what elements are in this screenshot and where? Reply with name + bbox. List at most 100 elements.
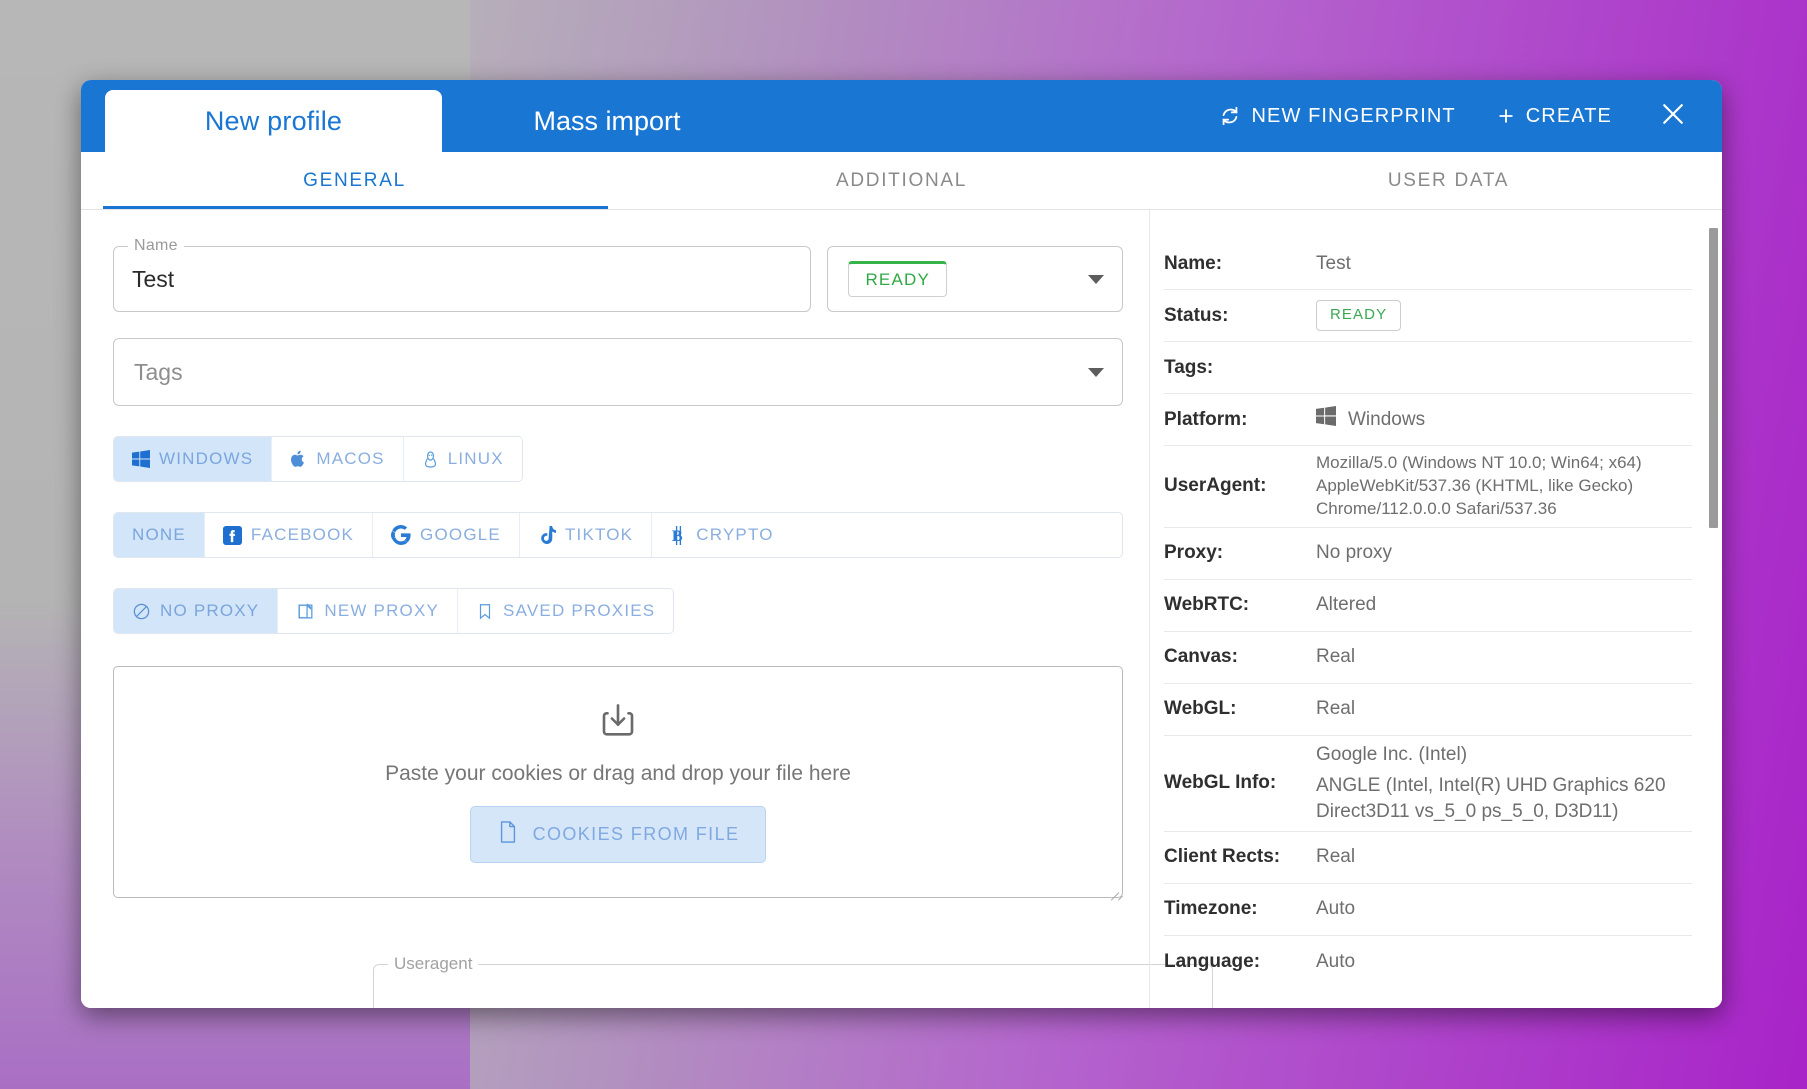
- detail-key: Status:: [1164, 304, 1229, 326]
- titlebar-actions: NEW FINGERPRINT CREATE: [1199, 80, 1722, 152]
- tab-user-data[interactable]: USER DATA: [1175, 152, 1722, 209]
- proxy-option-saved-proxies-label: SAVED PROXIES: [503, 601, 656, 620]
- os-option-linux[interactable]: LINUX: [403, 437, 522, 481]
- detail-row-proxy: Proxy: No proxy: [1164, 528, 1692, 580]
- detail-value: No proxy: [1316, 542, 1393, 564]
- detail-value: Auto: [1316, 898, 1356, 920]
- preset-option-none-label: NONE: [132, 525, 186, 544]
- download-box-icon: [597, 701, 639, 748]
- useragent-legend: Useragent: [388, 954, 479, 974]
- dialog-titlebar: New profile Mass import NEW FINGERPRINT: [81, 80, 1722, 152]
- profile-name-input[interactable]: Test: [114, 247, 810, 311]
- detail-key: Language:: [1164, 950, 1261, 972]
- tab-additional[interactable]: ADDITIONAL: [628, 152, 1175, 209]
- detail-row-status: Status: READY: [1164, 290, 1692, 342]
- webgl-vendor: Google Inc. (Intel): [1316, 743, 1468, 765]
- detail-key: Canvas:: [1164, 646, 1238, 668]
- scrollbar-track[interactable]: [1709, 210, 1720, 1008]
- detail-value: Windows: [1316, 405, 1426, 434]
- cookies-dropzone[interactable]: Paste your cookies or drag and drop your…: [113, 666, 1123, 898]
- cookies-from-file-button[interactable]: COOKIES FROM FILE: [469, 806, 767, 863]
- details-list: Name: Test Status: READY Tags: Platform:: [1164, 238, 1692, 988]
- os-selector-group: WINDOWS MACOS LINUX: [113, 436, 523, 482]
- proxy-option-new-proxy[interactable]: NEW PROXY: [278, 589, 459, 633]
- detail-row-canvas: Canvas: Real: [1164, 632, 1692, 684]
- apple-icon: [290, 450, 307, 468]
- windows-icon: [132, 450, 150, 468]
- os-option-macos[interactable]: MACOS: [272, 437, 404, 481]
- create-label: CREATE: [1525, 104, 1612, 127]
- svg-text:B: B: [672, 528, 684, 545]
- section-tabs: GENERAL ADDITIONAL USER DATA: [81, 152, 1722, 210]
- proxy-option-no-proxy-label: NO PROXY: [160, 601, 260, 620]
- new-fingerprint-label: NEW FINGERPRINT: [1251, 104, 1456, 127]
- status-select[interactable]: READY: [827, 246, 1123, 312]
- edit-square-icon: [296, 602, 315, 621]
- detail-row-webrtc: WebRTC: Altered: [1164, 580, 1692, 632]
- preset-option-tiktok-label: TIKTOK: [564, 525, 634, 544]
- windows-icon: [1316, 405, 1336, 434]
- preset-option-tiktok[interactable]: TIKTOK: [519, 513, 653, 557]
- tags-select[interactable]: Tags: [113, 338, 1123, 406]
- detail-value: Altered: [1316, 594, 1377, 616]
- os-option-windows[interactable]: WINDOWS: [114, 437, 273, 481]
- detail-key: Proxy:: [1164, 542, 1224, 564]
- tab-user-data-label: USER DATA: [1387, 169, 1510, 191]
- new-fingerprint-button[interactable]: NEW FINGERPRINT: [1199, 97, 1475, 136]
- proxy-selector-group: NO PROXY NEW PROXY SAVED PROXIES: [113, 588, 675, 634]
- proxy-option-no-proxy[interactable]: NO PROXY: [114, 589, 279, 633]
- tags-placeholder: Tags: [134, 358, 183, 385]
- platform-label: Windows: [1348, 408, 1426, 430]
- detail-key: UserAgent:: [1164, 475, 1267, 497]
- refresh-icon: [1219, 105, 1241, 127]
- google-icon: [391, 525, 411, 545]
- detail-row-name: Name: Test: [1164, 238, 1692, 290]
- tab-new-profile[interactable]: New profile: [105, 90, 442, 152]
- detail-key: WebGL:: [1164, 698, 1237, 720]
- preset-option-google[interactable]: GOOGLE: [373, 513, 520, 557]
- detail-value: READY: [1316, 300, 1402, 331]
- detail-key: Platform:: [1164, 408, 1248, 430]
- dropzone-text: Paste your cookies or drag and drop your…: [385, 762, 851, 785]
- detail-row-platform: Platform: Windows: [1164, 394, 1692, 446]
- status-badge: READY: [1316, 300, 1402, 331]
- detail-key: Tags:: [1164, 356, 1214, 378]
- tab-general-label: GENERAL: [303, 169, 406, 191]
- detail-key: Name:: [1164, 252, 1223, 274]
- close-button[interactable]: [1632, 91, 1704, 142]
- detail-value: Test: [1316, 252, 1351, 274]
- linux-icon: [422, 450, 439, 468]
- chevron-down-icon: [1088, 274, 1104, 284]
- no-entry-icon: [132, 602, 151, 621]
- general-form-panel: Name Test READY Tags WINDOWS MACOS LINUX…: [81, 210, 1213, 1008]
- resize-handle[interactable]: [1107, 882, 1119, 894]
- profile-name-legend: Name: [128, 237, 184, 255]
- tab-general[interactable]: GENERAL: [81, 152, 628, 209]
- preset-option-crypto[interactable]: B CRYPTO: [652, 513, 792, 557]
- preset-option-google-label: GOOGLE: [420, 525, 501, 544]
- tab-mass-import-label: Mass import: [533, 105, 681, 136]
- tab-additional-label: ADDITIONAL: [835, 169, 968, 191]
- proxy-option-saved-proxies[interactable]: SAVED PROXIES: [458, 589, 674, 633]
- preset-option-facebook-label: FACEBOOK: [250, 525, 355, 544]
- active-tab-indicator: [103, 206, 608, 209]
- profile-name-field[interactable]: Name Test: [113, 237, 812, 312]
- plus-icon: [1496, 106, 1516, 126]
- close-icon: [1658, 99, 1688, 134]
- os-option-windows-label: WINDOWS: [159, 449, 254, 468]
- os-option-linux-label: LINUX: [447, 449, 504, 468]
- preset-option-none[interactable]: NONE: [114, 513, 205, 557]
- preset-option-facebook[interactable]: FACEBOOK: [204, 513, 374, 557]
- os-option-macos-label: MACOS: [316, 449, 385, 468]
- create-button[interactable]: CREATE: [1476, 97, 1632, 136]
- chevron-down-icon: [1088, 367, 1104, 377]
- scrollbar-thumb[interactable]: [1709, 228, 1718, 528]
- useragent-field[interactable]: Useragent: [373, 954, 1213, 1008]
- tab-new-profile-label: New profile: [204, 105, 343, 136]
- detail-row-language: Language: Auto: [1164, 936, 1692, 988]
- tab-mass-import[interactable]: Mass import: [442, 90, 772, 152]
- detail-value: Real: [1316, 698, 1356, 720]
- detail-row-client-rects: Client Rects: Real: [1164, 832, 1692, 884]
- detail-value: Auto: [1316, 950, 1356, 972]
- new-profile-dialog: New profile Mass import NEW FINGERPRINT: [81, 80, 1722, 1008]
